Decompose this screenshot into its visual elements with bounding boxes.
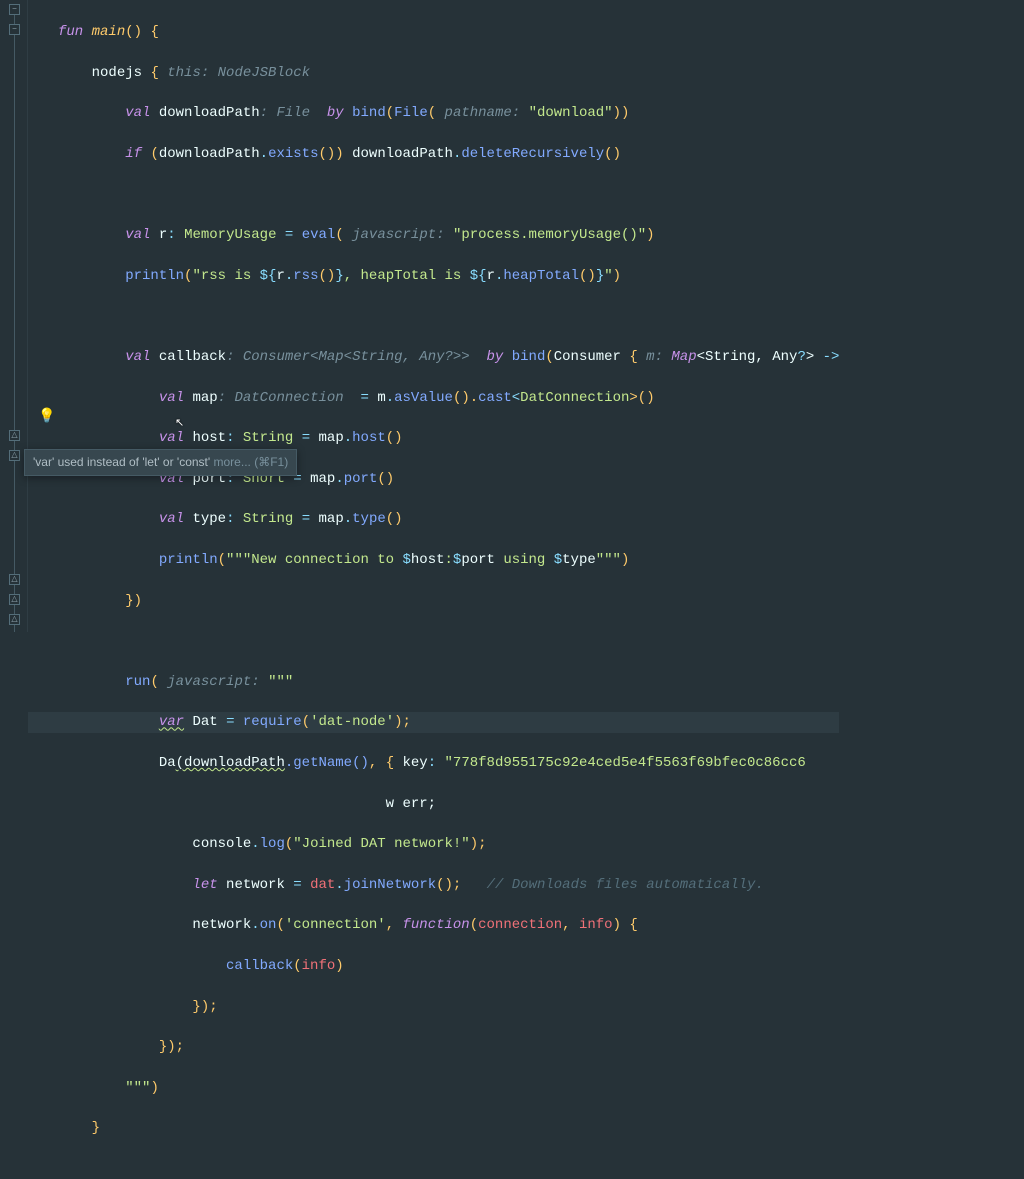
fold-marker[interactable]: △ bbox=[9, 574, 20, 585]
fold-marker[interactable]: △ bbox=[9, 614, 20, 625]
code-line[interactable]: """) bbox=[58, 1078, 839, 1098]
code-line[interactable]: fun main() { bbox=[58, 22, 839, 42]
tooltip-more-link[interactable]: more... (⌘F1) bbox=[214, 455, 289, 469]
tooltip-text: 'var' used instead of 'let' or 'const' bbox=[33, 455, 210, 469]
code-line[interactable]: console.log("Joined DAT network!"); bbox=[58, 834, 839, 854]
code-line[interactable]: val r: MemoryUsage = eval( javascript: "… bbox=[58, 225, 839, 245]
intention-bulb-icon[interactable]: 💡 bbox=[38, 407, 55, 427]
fold-marker[interactable]: △ bbox=[9, 594, 20, 605]
fold-guide bbox=[14, 4, 15, 632]
code-line[interactable]: w err; bbox=[58, 794, 839, 814]
fold-marker[interactable]: △ bbox=[9, 450, 20, 461]
code-line[interactable]: nodejs { this: NodeJSBlock bbox=[58, 63, 839, 83]
code-line[interactable]: println("""New connection to $host:$port… bbox=[58, 550, 839, 570]
code-line[interactable]: run( javascript: """ bbox=[58, 672, 839, 692]
code-line[interactable]: println("rss is ${r.rss()}, heapTotal is… bbox=[58, 266, 839, 286]
fold-marker[interactable]: − bbox=[9, 4, 20, 15]
code-line[interactable]: Da(downloadPath.getName(), { key: "778f8… bbox=[58, 753, 839, 773]
code-line[interactable]: val type: String = map.type() bbox=[58, 509, 839, 529]
inspection-tooltip[interactable]: 'var' used instead of 'let' or 'const' m… bbox=[24, 449, 297, 476]
code-line[interactable]: }) bbox=[58, 591, 839, 611]
code-line[interactable] bbox=[58, 185, 839, 205]
code-line[interactable]: callback(info) bbox=[58, 956, 839, 976]
fold-marker[interactable]: △ bbox=[9, 430, 20, 441]
code-line-highlighted[interactable]: var Dat = require('dat-node'); bbox=[28, 712, 839, 732]
code-line[interactable]: if (downloadPath.exists()) downloadPath.… bbox=[58, 144, 839, 164]
code-area[interactable]: fun main() { nodejs { this: NodeJSBlock … bbox=[28, 0, 839, 632]
code-line[interactable]: val callback: Consumer<Map<String, Any?>… bbox=[58, 347, 839, 367]
mouse-cursor-icon: ↖ bbox=[175, 417, 184, 433]
gutter: − − △ △ △ △ △ bbox=[0, 0, 28, 632]
code-line[interactable]: network.on('connection', function(connec… bbox=[58, 915, 839, 935]
code-line[interactable]: let network = dat.joinNetwork(); // Down… bbox=[58, 875, 839, 895]
code-line[interactable]: val map: DatConnection = m.asValue().cas… bbox=[58, 388, 839, 408]
code-line[interactable]: } bbox=[58, 1118, 839, 1138]
code-line[interactable]: }); bbox=[58, 997, 839, 1017]
code-line[interactable]: val downloadPath: File by bind(File( pat… bbox=[58, 103, 839, 123]
code-line[interactable] bbox=[58, 631, 839, 651]
code-line[interactable]: }); bbox=[58, 1037, 839, 1057]
code-editor[interactable]: − − △ △ △ △ △ 💡 fun main() { nodejs { th… bbox=[0, 0, 1024, 632]
code-line[interactable] bbox=[58, 306, 839, 326]
fold-marker[interactable]: − bbox=[9, 24, 20, 35]
